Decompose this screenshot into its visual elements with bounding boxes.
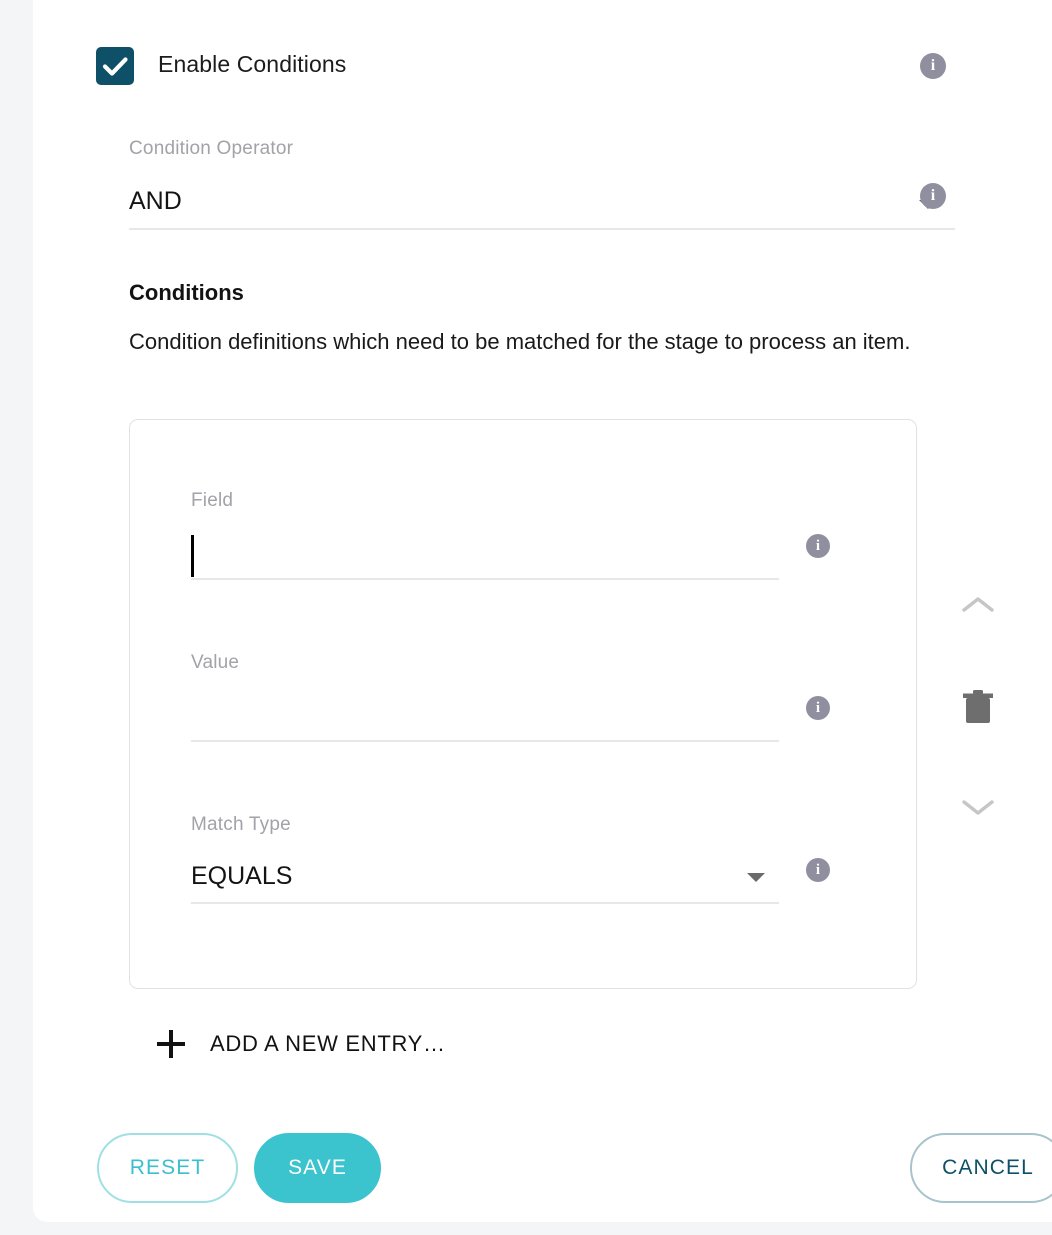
- conditions-description: Condition definitions which need to be m…: [129, 329, 911, 354]
- plus-icon: [157, 1030, 185, 1058]
- page-root: Enable Conditions i Condition Operator A…: [0, 0, 1052, 1235]
- field-group: Field: [191, 490, 779, 580]
- settings-card: Enable Conditions i Condition Operator A…: [33, 0, 1052, 1222]
- field-info-icon[interactable]: i: [806, 534, 830, 558]
- enable-conditions-label: Enable Conditions: [158, 51, 347, 77]
- chevron-down-icon: [747, 873, 765, 882]
- match-type-info-icon[interactable]: i: [806, 858, 830, 882]
- match-type-select[interactable]: EQUALS: [191, 856, 779, 904]
- reset-button[interactable]: RESET: [97, 1133, 238, 1203]
- condition-operator-label: Condition Operator: [129, 138, 294, 159]
- enable-conditions-info-icon[interactable]: i: [920, 53, 946, 79]
- match-type-label: Match Type: [191, 814, 291, 835]
- condition-operator-value: AND: [129, 187, 182, 215]
- match-type-value: EQUALS: [191, 862, 293, 890]
- move-entry-up-button[interactable]: [953, 585, 1003, 625]
- cancel-button[interactable]: CANCEL: [910, 1133, 1052, 1203]
- add-new-entry-label: ADD A NEW ENTRY…: [210, 1031, 446, 1056]
- enable-conditions-row: Enable Conditions: [96, 45, 1026, 87]
- field-label: Field: [191, 490, 234, 511]
- value-input[interactable]: [191, 694, 779, 742]
- match-type-group: Match Type EQUALS: [191, 814, 779, 904]
- text-cursor: [191, 535, 194, 577]
- entry-controls: [953, 585, 1003, 827]
- delete-entry-button[interactable]: [953, 682, 1003, 732]
- condition-entry-box: Field i Value i Match Type EQUALS i: [129, 419, 917, 989]
- enable-conditions-checkbox[interactable]: [96, 47, 134, 85]
- value-info-icon[interactable]: i: [806, 696, 830, 720]
- conditions-heading: Conditions: [129, 280, 244, 305]
- condition-operator-info-icon[interactable]: i: [920, 183, 946, 209]
- condition-operator-select[interactable]: AND: [129, 182, 955, 230]
- add-new-entry-button[interactable]: ADD A NEW ENTRY…: [157, 1030, 446, 1058]
- move-entry-down-button[interactable]: [953, 787, 1003, 827]
- condition-operator-group: Condition Operator AND: [129, 138, 955, 230]
- field-input[interactable]: [191, 532, 779, 580]
- value-label: Value: [191, 652, 240, 673]
- checkmark-icon: [102, 57, 128, 76]
- chevron-up-icon: [962, 597, 994, 612]
- footer-actions: RESET SAVE CANCEL: [33, 1133, 1052, 1203]
- chevron-down-icon: [962, 800, 994, 815]
- value-group: Value: [191, 652, 779, 742]
- save-button[interactable]: SAVE: [254, 1133, 381, 1203]
- trash-icon: [963, 690, 993, 723]
